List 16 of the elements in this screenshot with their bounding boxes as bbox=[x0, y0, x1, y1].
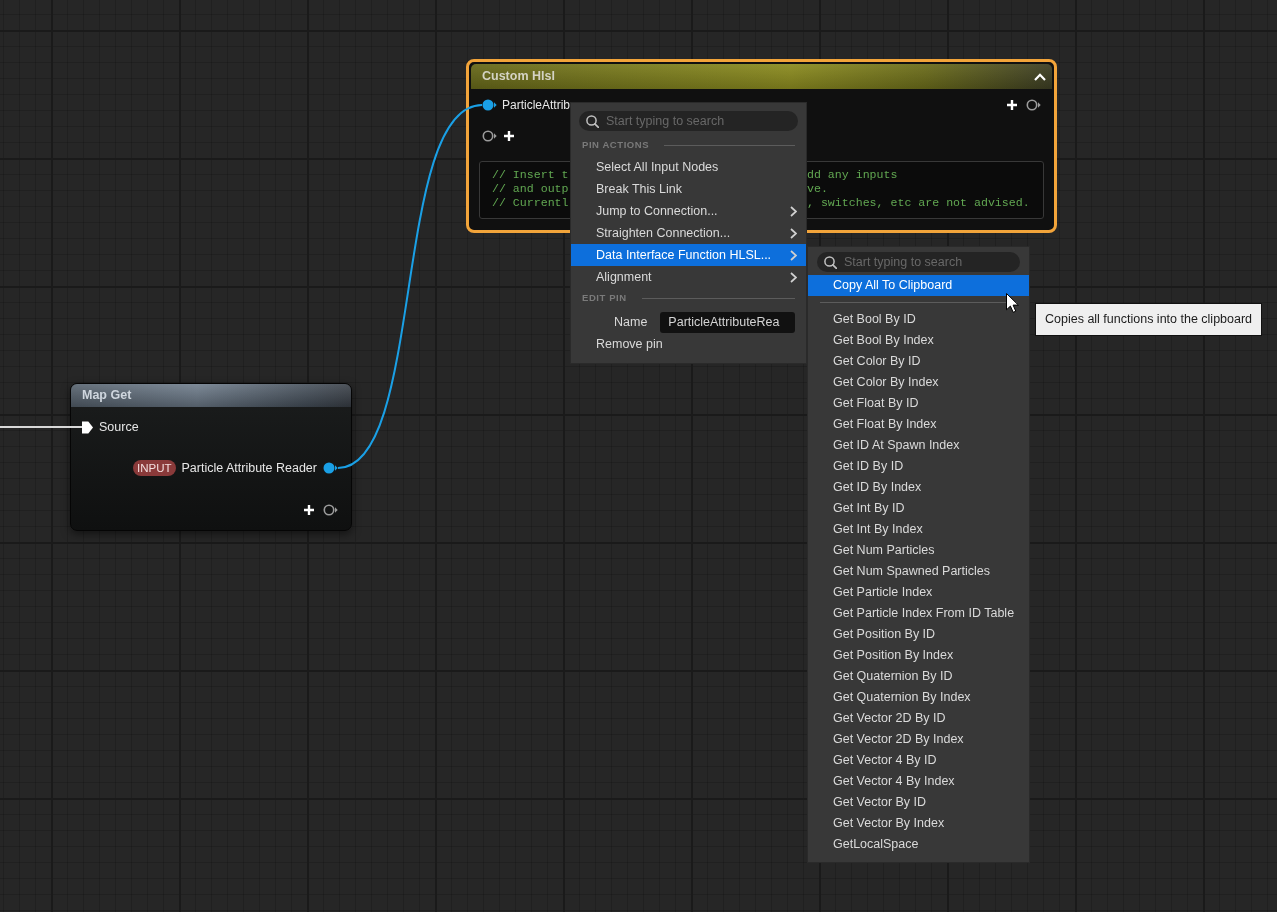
pin-label: Source bbox=[99, 420, 139, 434]
input-tag: INPUT bbox=[133, 460, 176, 476]
node-title: Custom Hlsl bbox=[482, 70, 555, 83]
code-comment: // Insert t bbox=[492, 168, 569, 182]
node-title: Map Get bbox=[82, 389, 132, 402]
pin-label: ParticleAttrib bbox=[502, 99, 571, 111]
code-comment: ve. bbox=[807, 182, 828, 196]
tooltip: Copies all functions into the clipboard bbox=[1035, 303, 1263, 336]
code-comment: , switches, etc are not advised. bbox=[807, 196, 1030, 210]
section-header: PIN ACTIONS bbox=[582, 140, 650, 150]
code-comment: // and outp bbox=[492, 182, 569, 196]
section-header: EDIT PIN bbox=[582, 293, 627, 303]
field-label: Name bbox=[614, 315, 648, 329]
code-comment: dd any inputs bbox=[807, 168, 898, 182]
code-comment: // Currentl bbox=[492, 196, 569, 210]
pin-label: Particle Attribute Reader bbox=[181, 461, 317, 475]
